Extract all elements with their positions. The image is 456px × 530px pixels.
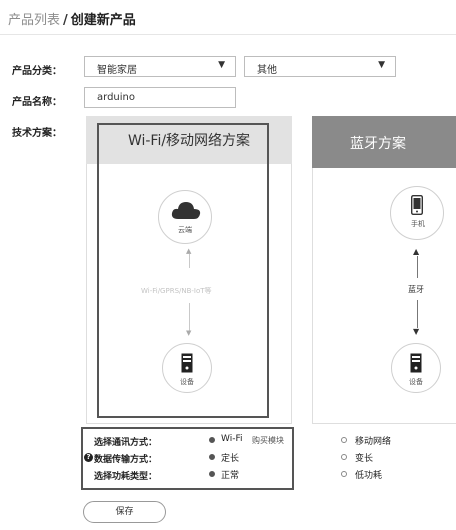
page-title: 创建新产品 bbox=[70, 13, 136, 28]
phone-icon bbox=[411, 195, 423, 215]
option-low-power[interactable]: 低功耗 bbox=[355, 468, 382, 481]
highlight-frame-plan bbox=[97, 123, 269, 418]
category-select[interactable]: 智能家居 ▼ bbox=[84, 56, 236, 77]
option-normal-power[interactable]: 正常 bbox=[221, 468, 239, 481]
breadcrumb-product-list[interactable]: 产品列表 bbox=[8, 13, 60, 28]
data-transfer-label: 数据传输方式： bbox=[94, 455, 158, 465]
subcategory-select[interactable]: 其他 ▼ bbox=[244, 56, 396, 77]
breadcrumb-separator: / bbox=[63, 13, 68, 28]
help-icon[interactable]: ? bbox=[84, 453, 93, 462]
device-node: 设备 bbox=[391, 343, 441, 393]
device-node-label: 设备 bbox=[409, 378, 423, 386]
breadcrumb: 产品列表 / 创建新产品 bbox=[8, 9, 136, 28]
tech-label: 技术方案： bbox=[12, 128, 62, 139]
subcategory-value: 其他 bbox=[257, 65, 277, 76]
arrow-line-top bbox=[417, 256, 418, 278]
radio-low-power[interactable] bbox=[341, 471, 347, 477]
phone-node: 手机 bbox=[390, 186, 444, 240]
radio-variable-length[interactable] bbox=[341, 454, 347, 460]
option-mobile-network[interactable]: 移动网络 bbox=[355, 434, 391, 447]
name-label: 产品名称： bbox=[12, 97, 62, 108]
radio-wifi[interactable] bbox=[209, 437, 215, 443]
arrow-up-icon: ▲ bbox=[413, 247, 420, 256]
bluetooth-plan-title: 蓝牙方案 bbox=[350, 136, 406, 152]
radio-fixed-length[interactable] bbox=[209, 454, 215, 460]
category-value: 智能家居 bbox=[97, 65, 137, 76]
option-fixed-length[interactable]: 定长 bbox=[221, 451, 239, 464]
save-button[interactable]: 保存 bbox=[83, 501, 166, 523]
power-type-label: 选择功耗类型： bbox=[94, 472, 158, 482]
chevron-down-icon: ▼ bbox=[218, 60, 225, 70]
header-divider bbox=[0, 34, 456, 35]
radio-normal-power[interactable] bbox=[209, 471, 215, 477]
product-name-value: arduino bbox=[97, 92, 135, 103]
buy-module-link[interactable]: 购买模块 bbox=[252, 435, 284, 446]
option-wifi[interactable]: Wi-Fi bbox=[221, 434, 242, 444]
arrow-line-bottom bbox=[417, 300, 418, 328]
bluetooth-link-label: 蓝牙 bbox=[408, 285, 424, 294]
radio-mobile-network[interactable] bbox=[341, 437, 347, 443]
product-name-input[interactable]: arduino bbox=[84, 87, 236, 108]
arrow-down-icon: ▼ bbox=[413, 327, 420, 336]
phone-node-label: 手机 bbox=[411, 220, 425, 228]
server-icon bbox=[410, 353, 422, 373]
comm-method-label: 选择通讯方式： bbox=[94, 438, 158, 448]
option-variable-length[interactable]: 变长 bbox=[355, 451, 373, 464]
chevron-down-icon: ▼ bbox=[378, 60, 385, 70]
category-label: 产品分类： bbox=[12, 66, 62, 77]
